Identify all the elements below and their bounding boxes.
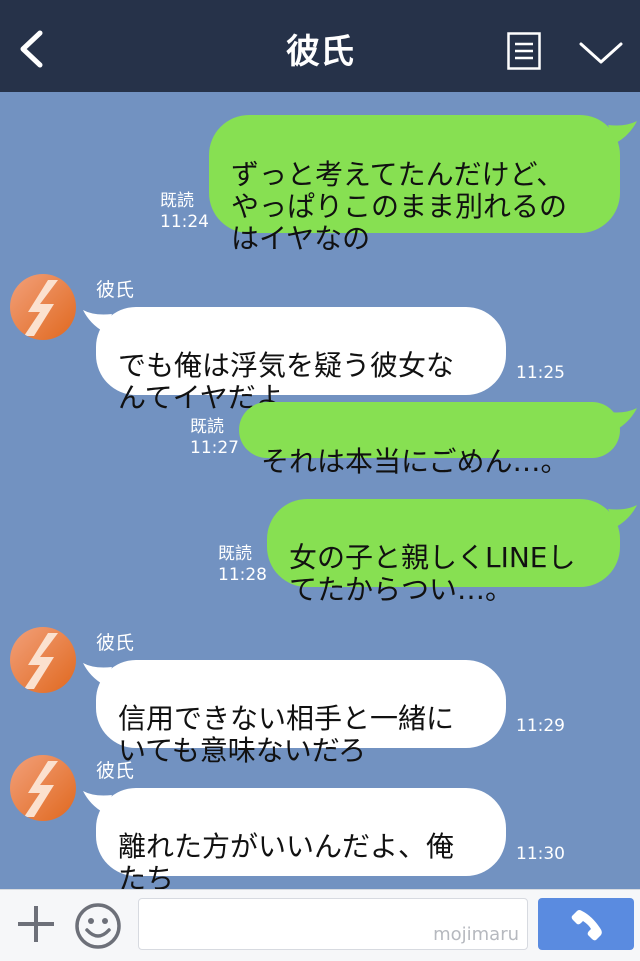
sender-name: 彼氏	[96, 760, 135, 782]
chat-title: 彼氏	[286, 32, 354, 72]
chevron-down-icon[interactable]	[578, 40, 624, 66]
message-bubble[interactable]: 信用できない相手と一緒に いても意味ないだろ	[96, 660, 506, 767]
bubble-tail	[608, 408, 637, 430]
message-bubble[interactable]: ずっと考えてたんだけど、 やっぱりこのまま別れるの はイヤなの	[209, 115, 620, 255]
message-text: それは本当にごめん…。	[261, 445, 569, 478]
read-receipt: 既読 11:28	[218, 544, 267, 585]
chat-header: 彼氏	[0, 0, 640, 92]
message-text: 信用できない相手と一緒に いても意味ないだろ	[118, 702, 455, 767]
message-time: 11:25	[516, 363, 565, 383]
message-text: 女の子と親しくLINEし てたからつい…。	[289, 541, 576, 606]
chat-area[interactable]: 既読 11:24 ずっと考えてたんだけど、 やっぱりこのまま別れるの はイヤなの …	[0, 92, 640, 895]
message-input[interactable]: mojimaru	[138, 898, 528, 950]
message-bubble[interactable]: 離れた方がいいんだよ、俺 たち	[96, 788, 506, 895]
message-bubble[interactable]: 女の子と親しくLINEし てたからつい…。	[267, 499, 620, 606]
bubble-tail	[608, 505, 637, 527]
read-receipt: 既読 11:27	[190, 417, 239, 458]
emoji-icon[interactable]	[74, 902, 122, 950]
bubble-tail	[608, 121, 637, 143]
plus-icon[interactable]	[16, 904, 56, 944]
message-text: ずっと考えてたんだけど、 やっぱりこのまま別れるの はイヤなの	[231, 158, 568, 255]
sender-name: 彼氏	[96, 279, 135, 301]
avatar[interactable]	[10, 755, 76, 821]
menu-icon[interactable]	[507, 32, 541, 70]
message-bubble[interactable]: それは本当にごめん…。	[239, 402, 620, 478]
message-time: 11:30	[516, 844, 565, 864]
read-receipt: 既読 11:24	[160, 191, 209, 232]
watermark: mojimaru	[433, 924, 519, 945]
message-bubble[interactable]: でも俺は浮気を疑う彼女な んてイヤだよ	[96, 307, 506, 414]
message-time: 11:29	[516, 716, 565, 736]
avatar[interactable]	[10, 274, 76, 340]
avatar[interactable]	[10, 627, 76, 693]
sender-name: 彼氏	[96, 632, 135, 654]
phone-icon	[571, 910, 602, 941]
message-text: 離れた方がいいんだよ、俺 たち	[118, 830, 455, 895]
input-bar: mojimaru	[0, 889, 640, 961]
call-button[interactable]	[538, 898, 634, 950]
